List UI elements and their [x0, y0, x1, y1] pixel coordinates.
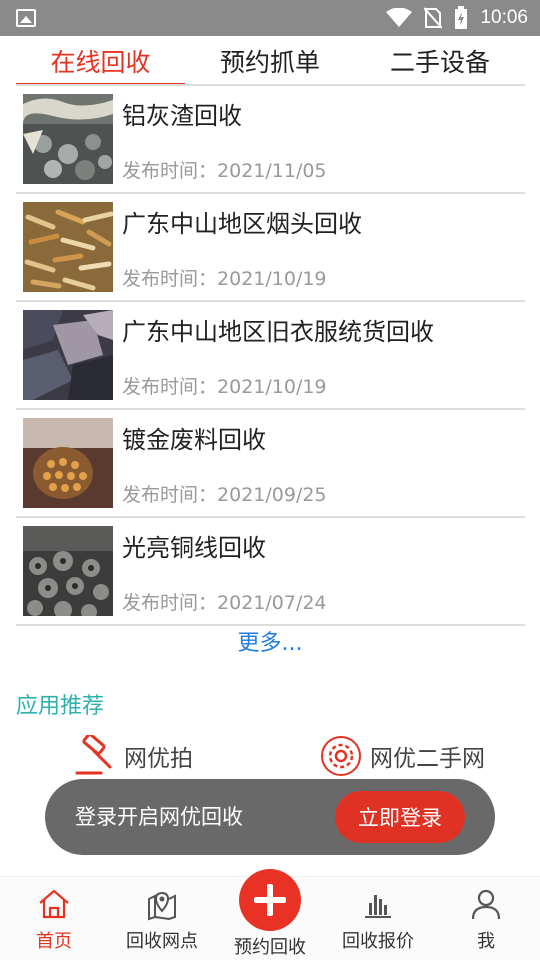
- thumbnail-image: [23, 418, 113, 508]
- tab-bar: 在线回收 预约抓单 二手设备: [0, 36, 540, 86]
- nav-me[interactable]: 我: [432, 877, 540, 960]
- bar-chart-icon: [365, 895, 391, 918]
- app-label: 网优二手网: [370, 746, 485, 772]
- list-item[interactable]: 镀金废料回收 发布时间：2021/09/25: [16, 410, 525, 518]
- recycle-list: 铝灰渣回收 发布时间：2021/11/05 广东中山地区烟头回收 发布时间：20…: [16, 86, 525, 626]
- clock: 10:06: [480, 7, 528, 28]
- nav-label: 预约回收: [234, 937, 306, 958]
- status-bar: 10:06: [0, 0, 540, 36]
- nav-recycle-points[interactable]: 回收网点: [108, 877, 216, 960]
- nav-label: 回收报价: [342, 931, 414, 952]
- date-label: 发布时间：: [122, 160, 218, 182]
- date-label: 发布时间：: [122, 592, 218, 614]
- nav-label: 首页: [36, 931, 72, 952]
- app-wangyou-second-hand[interactable]: 网优二手网: [320, 734, 485, 778]
- list-item[interactable]: 广东中山地区旧衣服统货回收 发布时间：2021/10/19: [16, 302, 525, 410]
- login-prompt-toast: 登录开启网优回收 立即登录: [45, 779, 495, 855]
- date-label: 发布时间：: [122, 484, 218, 506]
- date-value: 2021/09/25: [217, 484, 327, 506]
- list-item[interactable]: 铝灰渣回收 发布时间：2021/11/05: [16, 86, 525, 194]
- user-icon: [471, 889, 501, 920]
- more-link[interactable]: 更多...: [0, 626, 540, 662]
- app-wangyoupai[interactable]: 网优拍: [74, 734, 193, 778]
- tab-appointment-grab[interactable]: 预约抓单: [185, 36, 355, 86]
- list-item-title: 铝灰渣回收: [122, 102, 242, 130]
- app-label: 网优拍: [124, 746, 193, 772]
- no-sim-icon: [424, 7, 443, 29]
- list-item[interactable]: 光亮铜线回收 发布时间：2021/07/24: [16, 518, 525, 626]
- nav-home[interactable]: 首页: [0, 877, 108, 960]
- date-value: 2021/07/24: [217, 592, 327, 614]
- tab-second-hand-equipment[interactable]: 二手设备: [355, 36, 525, 86]
- login-now-button[interactable]: 立即登录: [335, 791, 465, 843]
- section-title-recommend: 应用推荐: [16, 694, 105, 719]
- map-pin-icon: [148, 891, 176, 921]
- thumbnail-image: [23, 310, 113, 400]
- list-item-title: 光亮铜线回收: [122, 534, 266, 562]
- date-value: 2021/10/19: [217, 376, 327, 398]
- image-notification-icon: [16, 9, 36, 27]
- list-item-title: 广东中山地区烟头回收: [122, 210, 362, 238]
- list-item-date: 发布时间：2021/10/19: [122, 264, 327, 291]
- login-prompt-text: 登录开启网优回收: [75, 805, 243, 829]
- list-item[interactable]: 广东中山地区烟头回收 发布时间：2021/10/19: [16, 194, 525, 302]
- list-item-date: 发布时间：2021/11/05: [122, 156, 327, 183]
- nav-recycle-quote[interactable]: 回收报价: [324, 877, 432, 960]
- gear-icon: [321, 736, 361, 776]
- list-item-date: 发布时间：2021/10/19: [122, 372, 327, 399]
- tab-online-recycle[interactable]: 在线回收: [16, 36, 185, 86]
- date-label: 发布时间：: [122, 268, 218, 290]
- gavel-icon: [75, 735, 112, 775]
- thumbnail-image: [23, 94, 113, 184]
- list-item-title: 镀金废料回收: [122, 426, 266, 454]
- plus-icon[interactable]: [239, 869, 301, 931]
- thumbnail-image: [23, 526, 113, 616]
- battery-charging-icon: [455, 6, 468, 29]
- thumbnail-image: [23, 202, 113, 292]
- date-label: 发布时间：: [122, 376, 218, 398]
- wifi-icon: [386, 8, 413, 27]
- date-value: 2021/11/05: [217, 160, 327, 182]
- date-value: 2021/10/19: [217, 268, 327, 290]
- list-item-date: 发布时间：2021/09/25: [122, 480, 327, 507]
- list-item-date: 发布时间：2021/07/24: [122, 588, 327, 615]
- nav-label: 回收网点: [126, 931, 198, 952]
- nav-label: 我: [477, 931, 495, 952]
- list-item-title: 广东中山地区旧衣服统货回收: [122, 318, 434, 346]
- home-icon: [39, 889, 69, 919]
